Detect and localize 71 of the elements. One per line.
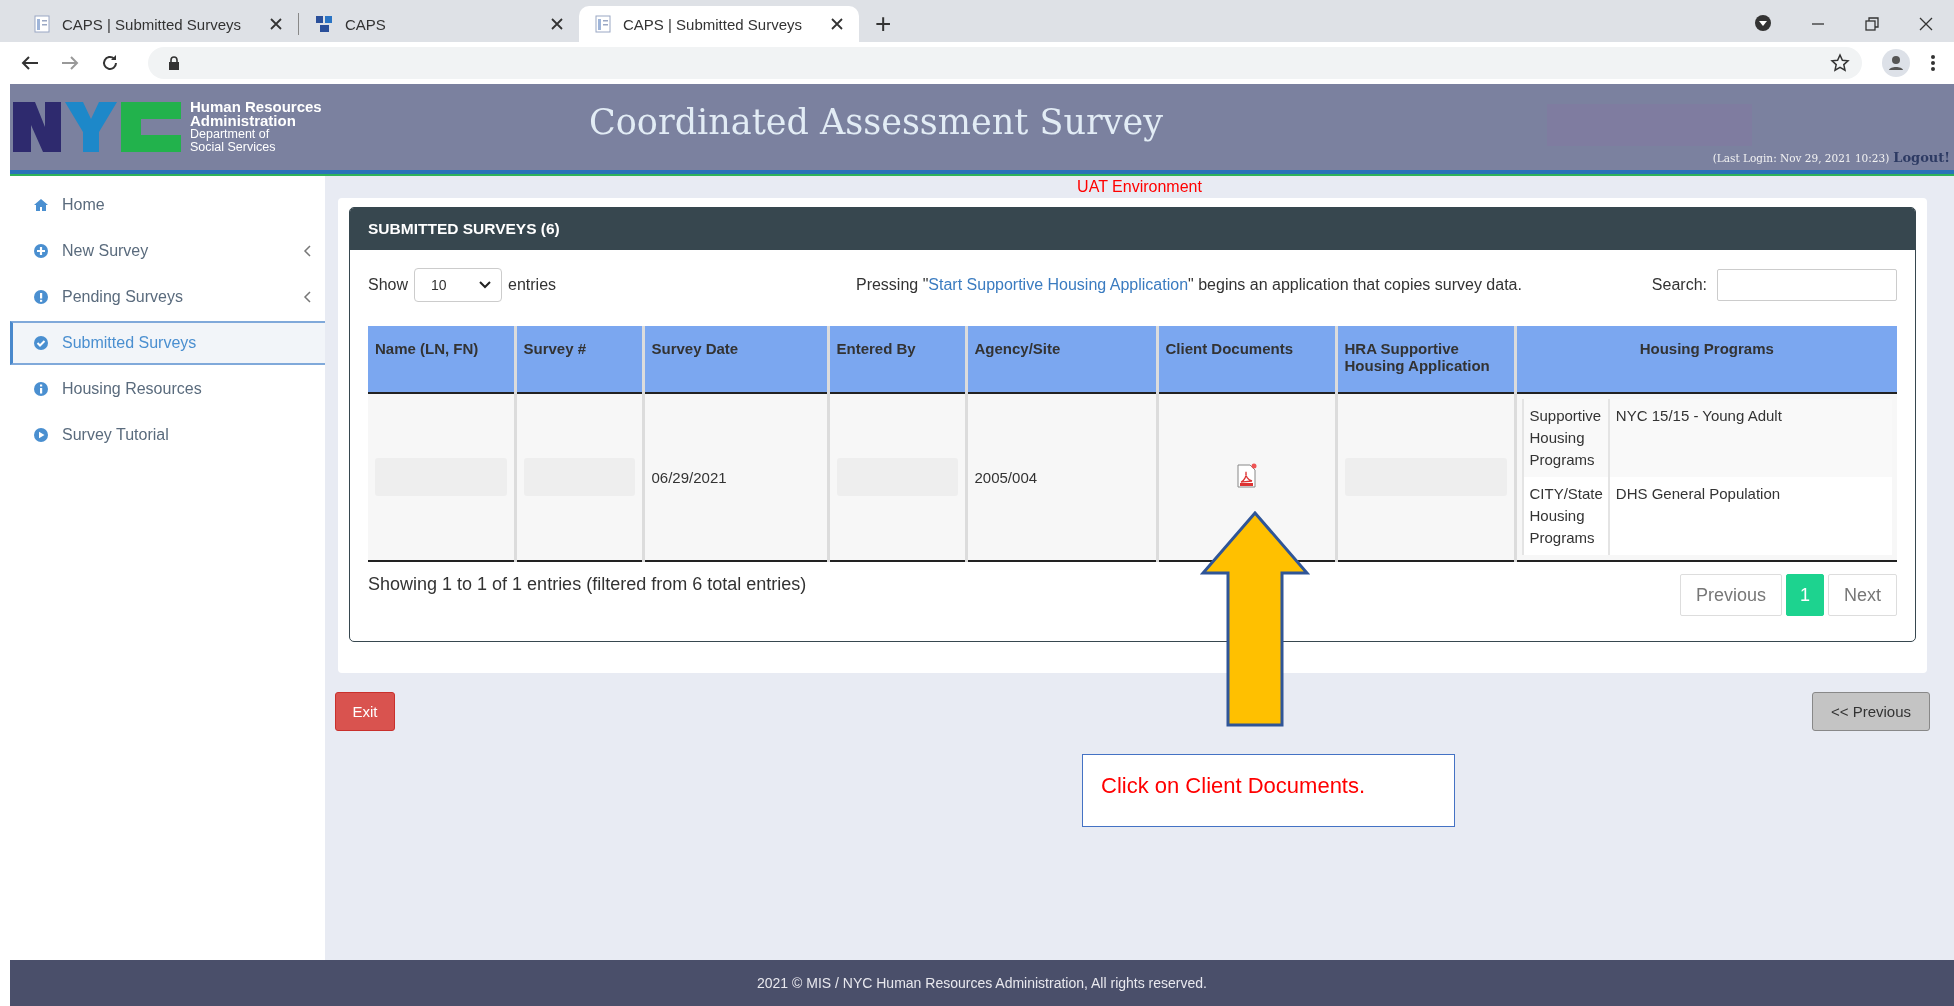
browser-tab[interactable]: CAPS | Submitted Surveys	[18, 6, 298, 42]
sidebar-item[interactable]: Pending Surveys	[10, 275, 325, 319]
sidebar-item[interactable]: Submitted Surveys	[10, 321, 325, 365]
table-cell: NYC 15/15 - Young Adult	[1608, 399, 1892, 477]
close-icon[interactable]	[1918, 16, 1934, 32]
show-label: Show	[368, 276, 409, 294]
table-cell: 2005/004	[966, 393, 1157, 561]
organization-name: Human Resources	[190, 100, 322, 114]
application-link[interactable]: Start Supportive Housing Application	[928, 276, 1189, 293]
table-cell: Supportive Housing Programs	[1522, 399, 1609, 477]
table-info: Showing 1 to 1 of 1 entries (filtered from 6 total entries)	[368, 574, 807, 595]
sidebar-item[interactable]: Home	[10, 183, 325, 227]
table-cell: 06/29/2021	[643, 393, 828, 561]
chevron-left-icon	[303, 291, 311, 303]
column-header[interactable]: Client Documents	[1157, 326, 1336, 393]
page-button[interactable]: Previous	[1679, 574, 1782, 616]
exit-button[interactable]: Exit	[335, 692, 395, 731]
reload-icon[interactable]	[100, 53, 120, 73]
footer-text: 2021 © MIS / NYC Human Resources Administration, All rights reserved.	[10, 960, 1954, 1006]
play-icon	[34, 428, 48, 442]
column-header[interactable]: Agency/Site	[966, 326, 1157, 393]
logout-link[interactable]: Logout!	[1893, 150, 1950, 165]
page-title: Coordinated Assessment Survey	[588, 101, 1164, 144]
card-header: SUBMITTED SURVEYS (6)	[350, 208, 1915, 250]
organization-name: Department of	[190, 128, 271, 141]
logo-icon	[315, 15, 333, 33]
sidebar-item[interactable]: New Survey	[10, 229, 325, 273]
chevron-down-icon	[479, 281, 492, 289]
sidebar-item[interactable]: Housing Resources	[10, 367, 325, 411]
more-menu-icon[interactable]	[1930, 54, 1936, 72]
column-header[interactable]: Survey #	[515, 326, 643, 393]
search-field[interactable]	[1717, 269, 1897, 301]
close-icon[interactable]	[551, 18, 563, 30]
page-icon	[595, 15, 611, 33]
table-cell: CITY/State Housing Programs	[1522, 477, 1609, 555]
check-circle-icon	[34, 336, 48, 350]
browser-tab[interactable]: CAPS	[299, 6, 579, 42]
last-login-text: (Last Login: Nov 29, 2021 10:23)	[1712, 152, 1890, 164]
pdf-file-icon[interactable]	[1235, 462, 1258, 489]
notice-text: Pressing "Start Supportive Housing Application" begins an application that copies survey data.	[854, 276, 1523, 294]
search-label: Search:	[1651, 276, 1707, 294]
exclamation-icon	[34, 290, 48, 304]
column-header[interactable]: Name (LN, FN)	[368, 326, 515, 393]
home-icon	[34, 198, 48, 212]
column-header[interactable]: Survey Date	[643, 326, 828, 393]
new-tab-button[interactable]: +	[859, 6, 908, 42]
column-header[interactable]: Housing Programs	[1515, 326, 1897, 393]
chevron-left-icon	[303, 245, 311, 257]
entries-select[interactable]: 10	[414, 268, 503, 302]
profile-menu-icon[interactable]	[1754, 14, 1772, 32]
column-header[interactable]: HRA Supportive Housing Application	[1336, 326, 1515, 393]
organization-name: Social Services	[190, 141, 277, 154]
account-icon[interactable]	[1882, 49, 1910, 77]
table-cell: DHS General Population	[1608, 477, 1892, 555]
close-icon[interactable]	[270, 18, 282, 30]
close-icon[interactable]	[831, 18, 843, 30]
plus-circle-icon	[34, 244, 48, 258]
environment-label: UAT Environment	[1076, 177, 1203, 197]
entries-label: entries	[508, 276, 557, 294]
browser-tab[interactable]: CAPS | Submitted Surveys	[579, 6, 859, 42]
sidebar-item[interactable]: Survey Tutorial	[10, 413, 325, 457]
page-icon	[34, 15, 50, 33]
previous-button[interactable]: << Previous	[1812, 692, 1930, 731]
star-icon[interactable]	[1830, 53, 1850, 73]
restore-icon[interactable]	[1864, 16, 1880, 32]
page-button[interactable]: Next	[1828, 574, 1897, 616]
info-icon	[34, 382, 48, 396]
column-header[interactable]: Entered By	[828, 326, 966, 393]
callout-text: Click on Client Documents.	[1082, 754, 1455, 827]
lock-icon	[168, 56, 180, 70]
organization-name: Administration	[190, 114, 297, 128]
